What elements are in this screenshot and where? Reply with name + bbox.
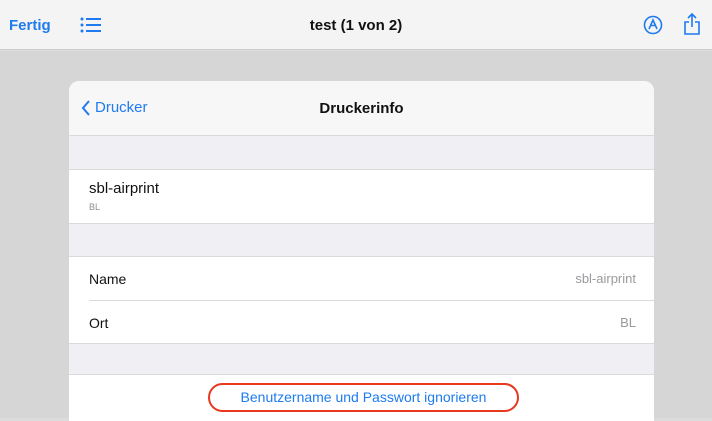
action-cell: Benutzername und Passwort ignorieren: [69, 374, 654, 421]
sheet-title: Druckerinfo: [319, 100, 404, 117]
printer-info-group: Name sbl-airprint Ort BL: [69, 256, 654, 344]
ignore-credentials-button[interactable]: Benutzername und Passwort ignorieren: [208, 383, 519, 412]
share-icon[interactable]: [683, 12, 701, 36]
printer-location-short: BL: [89, 202, 101, 212]
top-toolbar: Fertig test (1 von 2): [0, 0, 712, 50]
markup-icon[interactable]: [643, 15, 663, 35]
printer-name: sbl-airprint: [89, 180, 160, 197]
info-row-label: Name: [89, 271, 127, 287]
info-row-value: BL: [620, 315, 636, 330]
printer-info-sheet: Drucker Druckerinfo sbl-airprint BL Name…: [69, 81, 654, 421]
sheet-header: Drucker Druckerinfo: [69, 81, 654, 136]
info-row-value: sbl-airprint: [575, 271, 636, 286]
info-row-location: Ort BL: [69, 301, 654, 344]
info-row-name: Name sbl-airprint: [69, 257, 654, 301]
printer-cell: sbl-airprint BL: [69, 169, 654, 224]
document-title: test (1 von 2): [309, 17, 403, 34]
info-row-label: Ort: [89, 315, 109, 331]
